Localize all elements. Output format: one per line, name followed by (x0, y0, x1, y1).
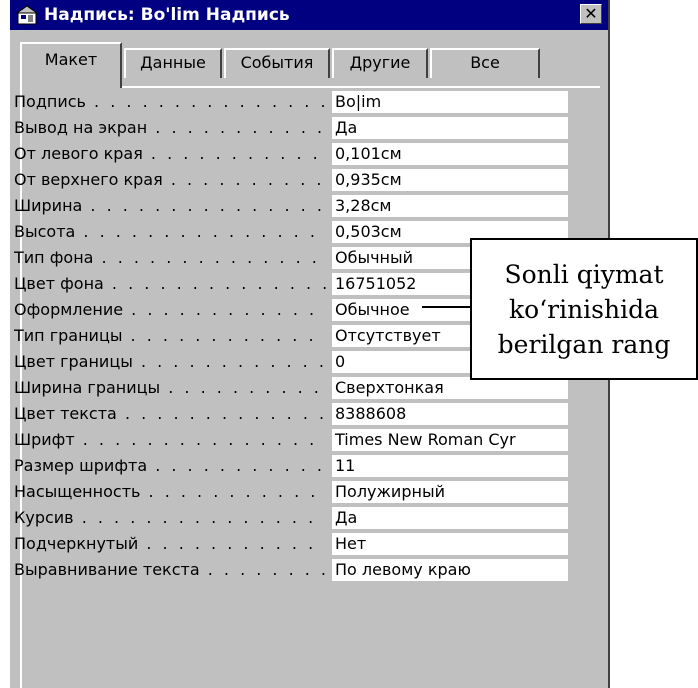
property-label: Подпись . . . . . . . . . . . . . . . . … (14, 92, 326, 111)
property-label: От верхнего края . . . . . . . . . . . .… (14, 170, 326, 189)
property-value-field[interactable]: Bo|im (332, 91, 568, 113)
property-label: Выравнивание текста . . . . . . . . . . … (14, 560, 326, 579)
close-button[interactable]: ✕ (580, 4, 602, 24)
property-label: Вывод на экран . . . . . . . . . . . . .… (14, 118, 326, 137)
property-label: Цвет текста . . . . . . . . . . . . . . … (14, 404, 326, 423)
tab-events[interactable]: События (224, 48, 330, 78)
property-label: Оформление . . . . . . . . . . . . . . .… (14, 300, 326, 319)
property-row[interactable]: Вывод на экран . . . . . . . . . . . . .… (14, 116, 574, 140)
tab-layout[interactable]: Макет (20, 42, 122, 88)
property-row[interactable]: Размер шрифта . . . . . . . . . . . . . … (14, 454, 574, 478)
close-icon: ✕ (584, 4, 598, 23)
annotation-callout: Sonli qiymat ko‘rinishida berilgan rang (470, 238, 698, 380)
callout-pointer (422, 306, 470, 308)
property-label: Тип фона . . . . . . . . . . . . . . . .… (14, 248, 326, 267)
property-value-field[interactable]: 0,101см (332, 143, 568, 165)
property-value-field[interactable]: По левому краю (332, 559, 568, 581)
tab-data[interactable]: Данные (124, 48, 222, 78)
tab-other[interactable]: Другие (332, 48, 428, 78)
property-value-field[interactable]: Сверхтонкая (332, 377, 568, 399)
title-bar[interactable]: Надпись: Bo'lim Надпись ✕ (10, 0, 608, 30)
property-value-field[interactable]: 11 (332, 455, 568, 477)
property-row[interactable]: Курсив . . . . . . . . . . . . . . . . .… (14, 506, 574, 530)
property-label: Ширина границы . . . . . . . . . . . . .… (14, 378, 326, 397)
property-value-field[interactable]: Полужирный (332, 481, 568, 503)
properties-icon (16, 5, 38, 25)
property-row[interactable]: Ширина . . . . . . . . . . . . . . . . .… (14, 194, 574, 218)
property-row[interactable]: Цвет текста . . . . . . . . . . . . . . … (14, 402, 574, 426)
property-label: Цвет фона . . . . . . . . . . . . . . . … (14, 274, 326, 293)
property-value-field[interactable]: Да (332, 507, 568, 529)
property-label: Тип границы . . . . . . . . . . . . . . … (14, 326, 326, 345)
property-row[interactable]: Выравнивание текста . . . . . . . . . . … (14, 558, 574, 582)
tab-strip: Макет Данные События Другие Все (20, 40, 540, 88)
property-row[interactable]: Шрифт . . . . . . . . . . . . . . . . . … (14, 428, 574, 452)
callout-line-3: berilgan rang (497, 330, 671, 359)
callout-line-1: Sonli qiymat (504, 260, 664, 289)
property-label: От левого края . . . . . . . . . . . . .… (14, 144, 326, 163)
property-label: Ширина . . . . . . . . . . . . . . . . .… (14, 196, 326, 215)
property-row[interactable]: От верхнего края . . . . . . . . . . . .… (14, 168, 574, 192)
property-row[interactable]: Насыщенность . . . . . . . . . . . . . .… (14, 480, 574, 504)
window-title: Надпись: Bo'lim Надпись (44, 5, 290, 25)
property-row[interactable]: От левого края . . . . . . . . . . . . .… (14, 142, 574, 166)
property-label: Цвет границы . . . . . . . . . . . . . .… (14, 352, 326, 371)
property-value-field[interactable]: 0,935см (332, 169, 568, 191)
property-value-field[interactable]: 8388608 (332, 403, 568, 425)
property-label: Курсив . . . . . . . . . . . . . . . . .… (14, 508, 326, 527)
callout-line-2: ko‘rinishida (508, 295, 660, 324)
property-value-field[interactable]: 3,28см (332, 195, 568, 217)
property-row[interactable]: Подчеркнутый . . . . . . . . . . . . . .… (14, 532, 574, 556)
property-label: Насыщенность . . . . . . . . . . . . . .… (14, 482, 326, 501)
property-label: Шрифт . . . . . . . . . . . . . . . . . … (14, 430, 326, 449)
property-label: Подчеркнутый . . . . . . . . . . . . . .… (14, 534, 326, 553)
property-value-field[interactable]: Да (332, 117, 568, 139)
property-label: Размер шрифта . . . . . . . . . . . . . … (14, 456, 326, 475)
property-row[interactable]: Подпись . . . . . . . . . . . . . . . . … (14, 90, 574, 114)
property-value-field[interactable]: Нет (332, 533, 568, 555)
property-value-field[interactable]: Times New Roman Cyr (332, 429, 568, 451)
tab-all[interactable]: Все (430, 48, 540, 78)
property-label: Высота . . . . . . . . . . . . . . . . .… (14, 222, 326, 241)
